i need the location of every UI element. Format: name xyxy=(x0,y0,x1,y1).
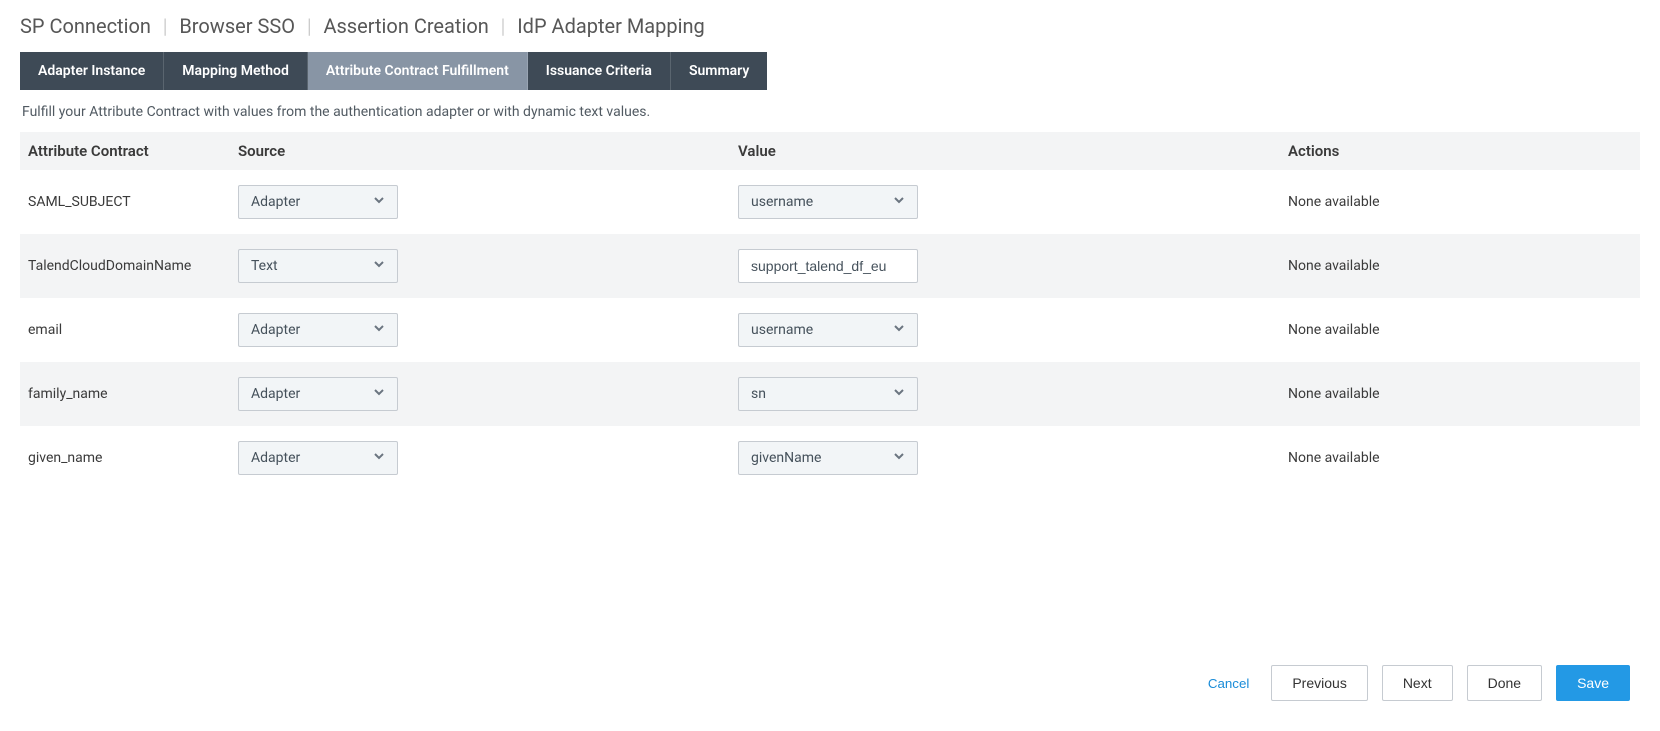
source-select[interactable]: Adapter xyxy=(238,313,398,347)
save-button[interactable]: Save xyxy=(1556,665,1630,701)
table-row: SAML_SUBJECT Adapter username None a xyxy=(20,170,1640,234)
source-select-value: Adapter xyxy=(251,450,300,466)
value-select[interactable]: username xyxy=(738,313,898,347)
attribute-mapping-table: Attribute Contract Source Value Actions … xyxy=(20,132,1640,490)
previous-button[interactable]: Previous xyxy=(1271,665,1367,701)
actions-cell: None available xyxy=(1288,258,1632,274)
value-select[interactable]: givenName xyxy=(738,441,898,475)
value-select-value: sn xyxy=(751,386,766,402)
source-select[interactable]: Adapter xyxy=(238,185,398,219)
value-select[interactable]: sn xyxy=(738,377,898,411)
attribute-name: SAML_SUBJECT xyxy=(28,194,238,210)
breadcrumb-item[interactable]: Assertion Creation xyxy=(323,14,488,38)
col-header-source: Source xyxy=(238,142,738,160)
source-select-value: Text xyxy=(251,258,278,274)
source-select-value: Adapter xyxy=(251,322,300,338)
source-select[interactable]: Adapter xyxy=(238,377,398,411)
page-description: Fulfill your Attribute Contract with val… xyxy=(22,104,1640,120)
breadcrumb-item[interactable]: IdP Adapter Mapping xyxy=(517,14,705,38)
breadcrumb-item[interactable]: SP Connection xyxy=(20,14,151,38)
chevron-down-icon xyxy=(373,450,385,466)
col-header-actions: Actions xyxy=(1288,142,1632,160)
wizard-tabs: Adapter Instance Mapping Method Attribut… xyxy=(20,52,1640,90)
table-row: email Adapter username None availabl xyxy=(20,298,1640,362)
actions-cell: None available xyxy=(1288,386,1632,402)
table-row: family_name Adapter sn None availabl xyxy=(20,362,1640,426)
breadcrumb-separator: | xyxy=(307,14,311,38)
tab-mapping-method[interactable]: Mapping Method xyxy=(164,52,308,90)
table-header-row: Attribute Contract Source Value Actions xyxy=(20,132,1640,170)
chevron-down-icon xyxy=(373,194,385,210)
footer-actions: Cancel Previous Next Done Save xyxy=(0,645,1660,731)
tab-summary[interactable]: Summary xyxy=(671,52,767,90)
attribute-name: email xyxy=(28,322,238,338)
cancel-button[interactable]: Cancel xyxy=(1200,667,1258,700)
value-select-value: username xyxy=(751,322,813,338)
breadcrumb: SP Connection | Browser SSO | Assertion … xyxy=(20,0,1640,52)
chevron-down-icon xyxy=(893,194,905,210)
chevron-down-icon xyxy=(893,450,905,466)
col-header-contract: Attribute Contract xyxy=(28,142,238,160)
breadcrumb-item[interactable]: Browser SSO xyxy=(179,14,295,38)
value-text-input[interactable] xyxy=(738,249,918,283)
actions-cell: None available xyxy=(1288,322,1632,338)
source-select-value: Adapter xyxy=(251,194,300,210)
attribute-name: TalendCloudDomainName xyxy=(28,258,238,274)
breadcrumb-separator: | xyxy=(163,14,167,38)
actions-cell: None available xyxy=(1288,194,1632,210)
tab-issuance-criteria[interactable]: Issuance Criteria xyxy=(528,52,671,90)
attribute-name: given_name xyxy=(28,450,238,466)
attribute-name: family_name xyxy=(28,386,238,402)
next-button[interactable]: Next xyxy=(1382,665,1453,701)
table-row: given_name Adapter givenName None av xyxy=(20,426,1640,490)
chevron-down-icon xyxy=(893,386,905,402)
actions-cell: None available xyxy=(1288,450,1632,466)
chevron-down-icon xyxy=(373,258,385,274)
breadcrumb-separator: | xyxy=(501,14,505,38)
value-select-value: givenName xyxy=(751,450,821,466)
source-select[interactable]: Text xyxy=(238,249,398,283)
done-button[interactable]: Done xyxy=(1467,665,1542,701)
col-header-value: Value xyxy=(738,142,1288,160)
tab-adapter-instance[interactable]: Adapter Instance xyxy=(20,52,164,90)
chevron-down-icon xyxy=(373,322,385,338)
source-select[interactable]: Adapter xyxy=(238,441,398,475)
tab-attribute-contract-fulfillment[interactable]: Attribute Contract Fulfillment xyxy=(308,52,528,90)
value-select[interactable]: username xyxy=(738,185,898,219)
table-row: TalendCloudDomainName Text None availabl… xyxy=(20,234,1640,298)
chevron-down-icon xyxy=(373,386,385,402)
chevron-down-icon xyxy=(893,322,905,338)
value-select-value: username xyxy=(751,194,813,210)
source-select-value: Adapter xyxy=(251,386,300,402)
